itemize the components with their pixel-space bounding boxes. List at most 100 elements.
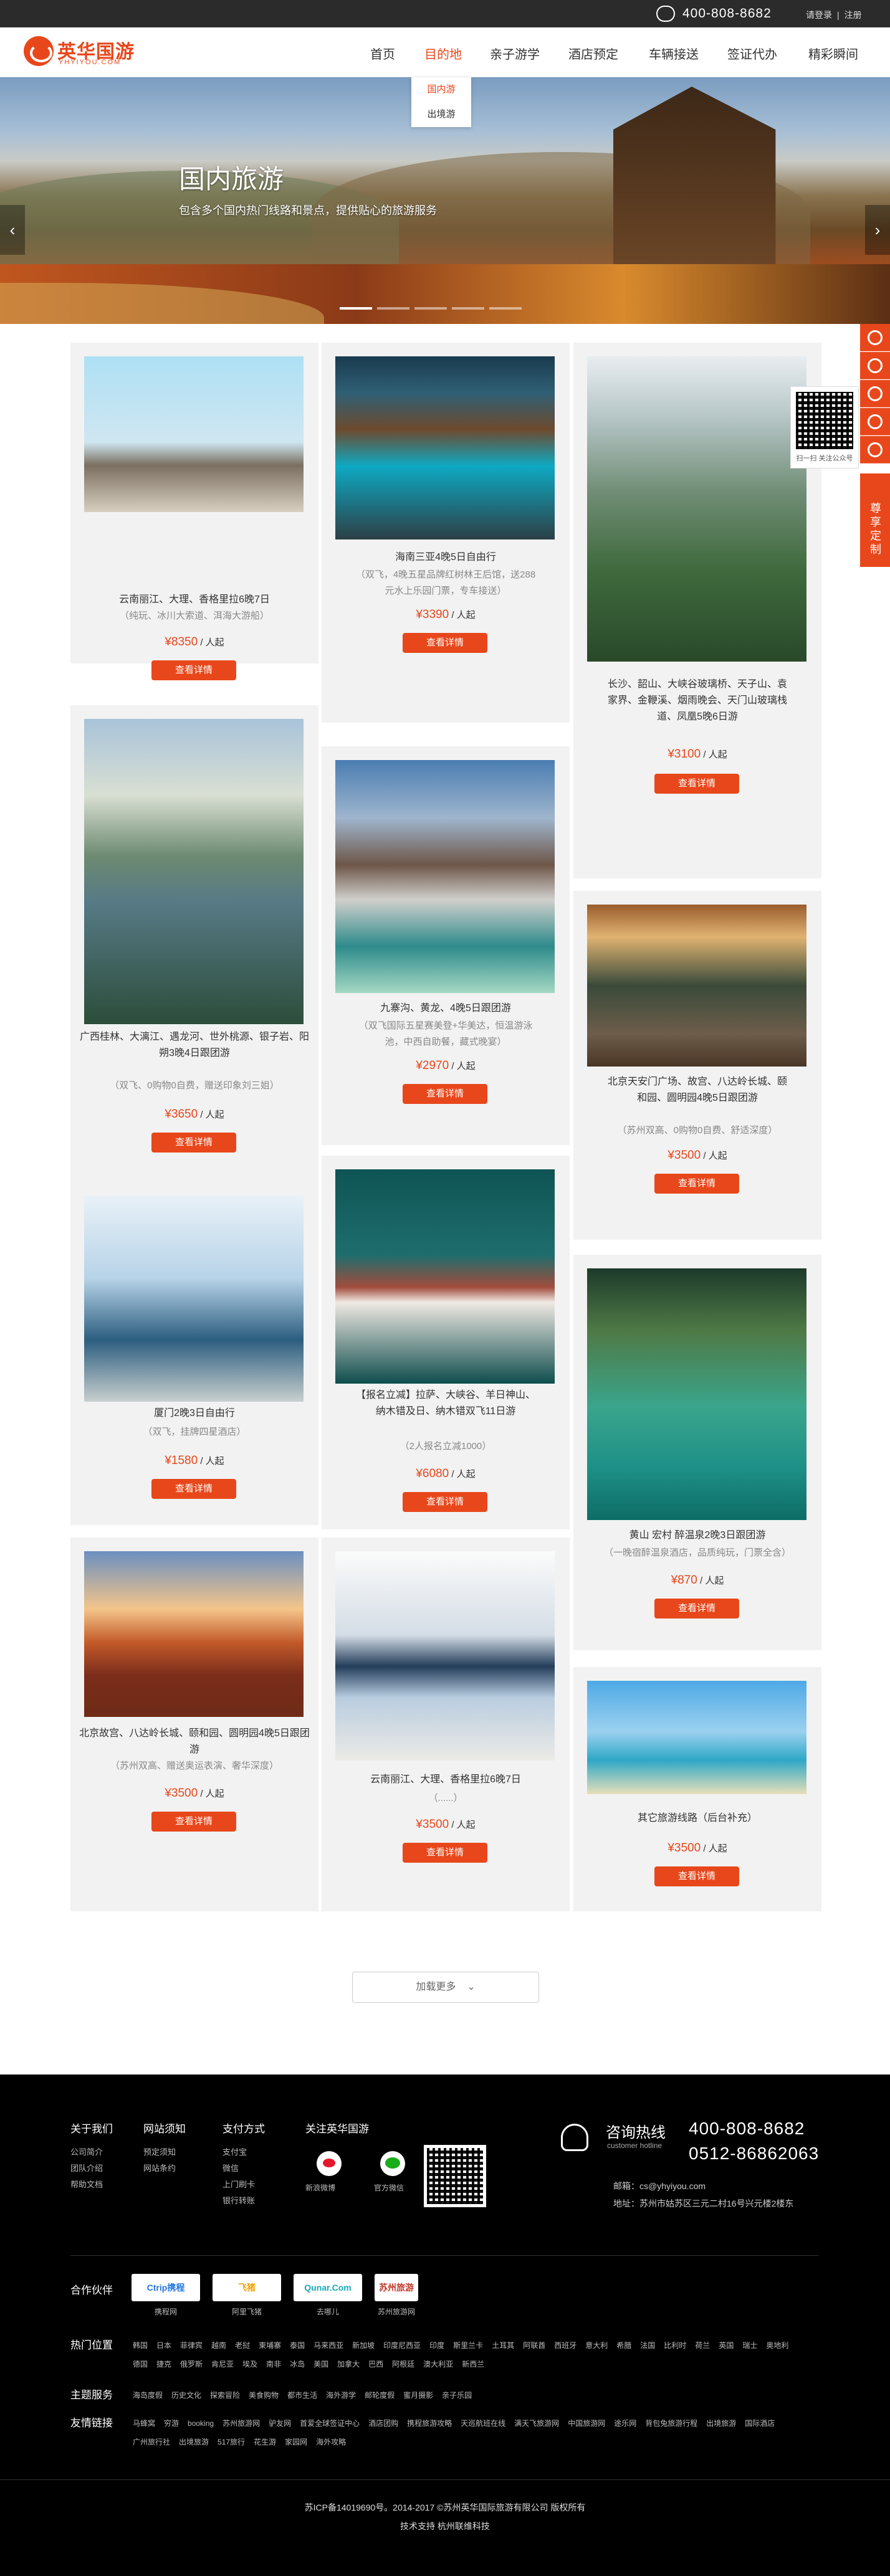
footer-link[interactable]: 阿联酋: [523, 2336, 545, 2355]
footer-link[interactable]: 微信: [222, 2160, 265, 2177]
register-link[interactable]: 注册: [845, 10, 862, 20]
tour-title[interactable]: 北京天安门广场、故宫、八达岭长城、颐和园、圆明园4晚5日跟团游: [580, 1074, 815, 1106]
nav-transfer[interactable]: 车辆接送: [649, 44, 699, 62]
footer-link[interactable]: 网站条约: [143, 2160, 186, 2177]
tour-image[interactable]: [587, 1681, 806, 1794]
tour-card[interactable]: 【报名立减】拉萨、大峡谷、羊日神山、纳木错及日、纳木错双飞11日游 （2人报名立…: [322, 1156, 570, 1529]
footer-link[interactable]: 日本: [156, 2336, 171, 2355]
tour-title[interactable]: 黄山 宏村 醉温泉2晚3日跟团游: [580, 1528, 815, 1544]
footer-link[interactable]: 出境旅游: [706, 2414, 736, 2433]
chevron-right-icon[interactable]: ›: [865, 205, 890, 255]
footer-link[interactable]: 上门刷卡: [222, 2177, 265, 2193]
wechat-icon[interactable]: [380, 2151, 405, 2176]
footer-link[interactable]: 南非: [266, 2355, 281, 2374]
tour-image[interactable]: [84, 356, 304, 512]
view-details-button[interactable]: 查看详情: [151, 660, 236, 680]
weibo-icon[interactable]: [317, 2151, 342, 2176]
partner-logo[interactable]: Qunar.Com: [294, 2274, 362, 2301]
footer-link[interactable]: 荷兰: [695, 2336, 710, 2355]
footer-link[interactable]: 出境旅游: [179, 2433, 209, 2451]
footer-link[interactable]: 天巡航班在线: [461, 2414, 505, 2433]
wechat-label[interactable]: 官方微信: [374, 2182, 404, 2193]
tour-card[interactable]: 云南丽江、大理、香格里拉6晚7日 （纯玩、冰川大索道、洱海大游船） ¥8350 …: [70, 343, 318, 680]
partner-name[interactable]: 去哪儿: [294, 2306, 362, 2317]
footer-link[interactable]: 海外游学: [326, 2386, 356, 2405]
view-details-button[interactable]: 查看详情: [654, 1174, 739, 1194]
nav-home[interactable]: 首页: [370, 44, 395, 62]
tour-title[interactable]: 厦门2晚3日自由行: [77, 1405, 312, 1422]
view-details-button[interactable]: 查看详情: [151, 1812, 236, 1832]
tour-image[interactable]: [335, 1551, 555, 1761]
footer-link[interactable]: 满天飞旅游网: [514, 2414, 559, 2433]
tour-image[interactable]: [335, 1169, 555, 1384]
tour-card[interactable]: 广西桂林、大漓江、遇龙河、世外桃源、银子岩、阳朔3晚4日跟团游 （双飞、0购物0…: [70, 705, 318, 1209]
footer-link[interactable]: 穷游: [164, 2414, 179, 2433]
login-link[interactable]: 请登录: [806, 10, 832, 20]
footer-link[interactable]: 海岛度假: [133, 2386, 163, 2405]
footer-link[interactable]: 阿根廷: [392, 2355, 414, 2374]
tour-card[interactable]: 黄山 宏村 醉温泉2晚3日跟团游 （一晚宿醉温泉酒店，品质纯玩，门票全含） ¥8…: [573, 1255, 821, 1650]
footer-link[interactable]: 印度: [429, 2336, 444, 2355]
view-details-button[interactable]: 查看详情: [403, 1492, 487, 1512]
nav-hotel[interactable]: 酒店预定: [568, 44, 618, 62]
footer-link[interactable]: 广州旅行社: [133, 2433, 170, 2451]
tour-card[interactable]: 长沙、韶山、大峡谷玻璃桥、天子山、袁家界、金鞭溪、烟雨晚会、天门山玻璃栈道、凤凰…: [573, 343, 821, 878]
footer-link[interactable]: 银行转账: [222, 2193, 265, 2209]
site-logo[interactable]: 英华国游 YHYIYOU.COM: [24, 36, 139, 69]
footer-link[interactable]: 英国: [719, 2336, 734, 2355]
footer-link[interactable]: 公司简介: [70, 2144, 113, 2160]
footer-link[interactable]: 海外攻略: [316, 2433, 346, 2451]
tour-title[interactable]: 九寨沟、黄龙、4晚5日跟团游: [328, 1000, 563, 1017]
footer-link[interactable]: 探索冒险: [210, 2386, 240, 2405]
service-icon[interactable]: [860, 436, 890, 463]
banner-dot[interactable]: [414, 307, 447, 310]
view-details-button[interactable]: 查看详情: [654, 1866, 739, 1886]
tour-title[interactable]: 其它旅游线路（后台补充）: [580, 1810, 815, 1827]
view-details-button[interactable]: 查看详情: [151, 1133, 236, 1153]
nav-visa[interactable]: 签证代办: [727, 44, 777, 62]
footer-link[interactable]: 菲律宾: [180, 2336, 203, 2355]
view-details-button[interactable]: 查看详情: [403, 633, 487, 653]
wechat-icon[interactable]: [860, 380, 890, 407]
tour-title[interactable]: 北京故宫、八达岭长城、颐和园、圆明园4晚5日跟团游: [77, 1726, 312, 1758]
footer-link[interactable]: 帮助文档: [70, 2177, 113, 2193]
footer-link[interactable]: 途乐网: [614, 2414, 636, 2433]
tour-image[interactable]: [335, 760, 555, 993]
footer-link[interactable]: 邮轮度假: [365, 2386, 395, 2405]
banner-dot[interactable]: [452, 307, 484, 310]
dropdown-outbound[interactable]: 出境游: [411, 102, 471, 127]
footer-link[interactable]: 新西兰: [462, 2355, 484, 2374]
tour-title[interactable]: 广西桂林、大漓江、遇龙河、世外桃源、银子岩、阳朔3晚4日跟团游: [77, 1029, 312, 1062]
footer-link[interactable]: 家园网: [285, 2433, 307, 2451]
view-details-button[interactable]: 查看详情: [654, 1599, 739, 1618]
tour-image[interactable]: [587, 356, 806, 662]
footer-link[interactable]: 新加坡: [352, 2336, 375, 2355]
footer-link[interactable]: 历史文化: [171, 2386, 201, 2405]
footer-link[interactable]: 老挝: [235, 2336, 250, 2355]
footer-link[interactable]: 法国: [640, 2336, 655, 2355]
footer-link[interactable]: 酒店团购: [368, 2414, 398, 2433]
eye-icon[interactable]: [860, 352, 890, 379]
footer-link[interactable]: 斯里兰卡: [453, 2336, 483, 2355]
footer-link[interactable]: 苏州旅游网: [222, 2414, 260, 2433]
banner-dot[interactable]: [340, 307, 372, 310]
tour-card[interactable]: 北京故宫、八达岭长城、颐和园、圆明园4晚5日跟团游 （苏州双高、赠送奥运表演、奢…: [70, 1538, 318, 1911]
banner-dot[interactable]: [489, 307, 522, 310]
footer-link[interactable]: 都市生活: [287, 2386, 317, 2405]
footer-link[interactable]: 奥地利: [766, 2336, 788, 2355]
partner-name[interactable]: 阿里飞猪: [213, 2306, 281, 2317]
hotline-number-1[interactable]: 400-808-8682: [689, 2119, 805, 2139]
tour-image[interactable]: [84, 1196, 304, 1402]
footer-link[interactable]: 冰岛: [290, 2355, 305, 2374]
footer-link[interactable]: 肯尼亚: [211, 2355, 234, 2374]
tour-image[interactable]: [587, 905, 806, 1067]
footer-link[interactable]: 柬埔寨: [259, 2336, 281, 2355]
tour-card[interactable]: 九寨沟、黄龙、4晚5日跟团游 （双飞国际五星赛美登+华美达，恒温游泳池，中西自助…: [322, 746, 570, 1145]
tour-card[interactable]: 海南三亚4晚5日自由行 （双飞，4晚五星品牌红树林王后馆，送288元水上乐园门票…: [322, 343, 570, 723]
dropdown-domestic[interactable]: 国内游: [411, 77, 471, 102]
footer-link[interactable]: 俄罗斯: [180, 2355, 203, 2374]
tour-title[interactable]: 海南三亚4晚5日自由行: [328, 549, 563, 566]
footer-link[interactable]: 马蜂窝: [133, 2414, 155, 2433]
footer-link[interactable]: 首爱全球签证中心: [300, 2414, 360, 2433]
footer-link[interactable]: 瑞士: [742, 2336, 757, 2355]
